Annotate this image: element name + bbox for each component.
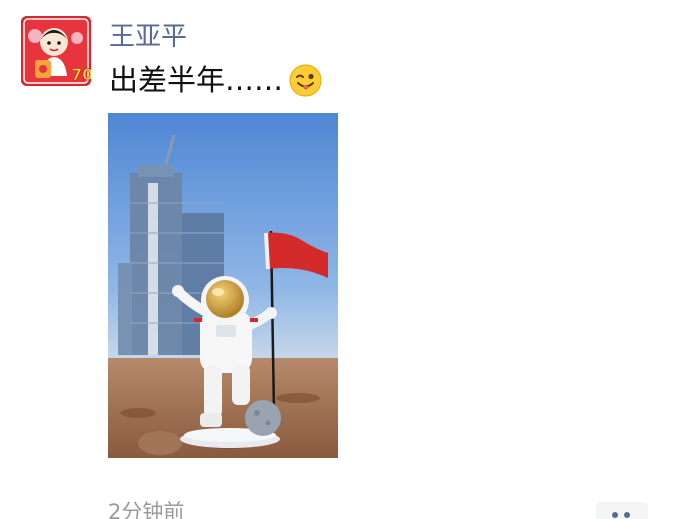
winking-face-with-tongue-icon xyxy=(289,64,322,97)
ellipsis-icon xyxy=(612,512,618,518)
post-text-row: 出差半年…… xyxy=(109,60,322,100)
svg-text:70: 70 xyxy=(71,65,91,84)
avatar-image: 70 xyxy=(21,16,91,86)
avatar[interactable]: 70 xyxy=(21,16,91,86)
moments-post: 70 王亚平 出差半年…… 2分钟前 xyxy=(0,0,692,519)
author-name[interactable]: 王亚平 xyxy=(109,20,187,54)
ellipsis-icon-dot xyxy=(624,512,630,518)
more-options-button[interactable] xyxy=(596,502,648,519)
astronaut-figurine-with-red-flag-photo xyxy=(108,113,338,458)
post-timestamp: 2分钟前 xyxy=(108,500,185,519)
post-photo[interactable] xyxy=(108,113,338,458)
post-text: 出差半年…… xyxy=(109,63,284,97)
